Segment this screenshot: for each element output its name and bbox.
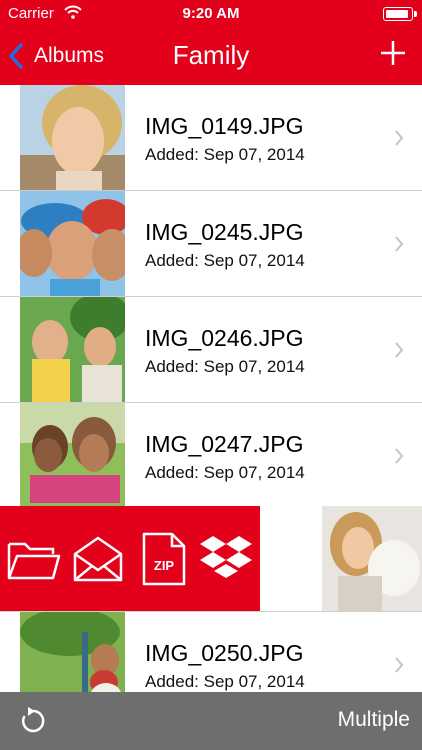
photo-thumbnail [322,506,422,611]
photo-row[interactable]: IMG_0247.JPG Added: Sep 07, 2014 [0,403,422,509]
photo-added-date: Added: Sep 07, 2014 [145,463,305,482]
photo-thumbnail [20,403,125,508]
chevron-right-icon [395,657,404,673]
photo-row[interactable]: IMG_0149.JPG Added: Sep 07, 2014 [0,85,422,191]
photo-thumbnail [20,191,125,296]
share-actions-panel: ZIP [0,506,260,611]
plus-icon[interactable] [378,38,408,68]
photo-filename: IMG_0149.JPG [145,113,304,139]
photo-added-date: Added: Sep 07, 2014 [145,145,305,164]
dropbox-button[interactable] [198,532,254,586]
photo-list: IMG_0149.JPG Added: Sep 07, 2014 IMG_024… [0,85,422,692]
photo-filename: IMG_0246.JPG [145,325,304,351]
photo-row[interactable]: IMG_0245.JPG Added: Sep 07, 2014 [0,191,422,297]
bottom-toolbar: Multiple [0,692,422,750]
photo-added-date: Added: Sep 07, 2014 [145,357,305,376]
refresh-icon[interactable] [18,706,48,736]
photo-thumbnail [20,85,125,190]
zip-file-icon: ZIP [142,532,186,586]
mail-icon [73,536,123,582]
folder-icon [7,542,61,580]
clock: 9:20 AM [182,5,240,22]
zip-button[interactable]: ZIP [136,532,192,586]
chevron-right-icon [395,236,404,252]
photo-row[interactable]: IMG_0250.JPG Added: Sep 07, 2014 [0,612,422,692]
chevron-right-icon [395,130,404,146]
photo-added-date: Added: Sep 07, 2014 [145,672,305,691]
dropbox-icon [200,536,252,578]
page-title: Family [172,40,250,70]
photo-added-date: Added: Sep 07, 2014 [145,251,305,270]
status-bar: Carrier 9:20 AM [0,0,422,28]
photo-row[interactable]: IMG_0246.JPG Added: Sep 07, 2014 [0,297,422,403]
photo-thumbnail [20,297,125,402]
battery-icon [383,7,417,21]
photo-filename: IMG_0245.JPG [145,219,304,245]
navigation-bar: Albums Family [0,28,422,85]
swiped-photo-row[interactable]: ZIP [0,506,422,612]
chevron-right-icon [395,342,404,358]
photo-filename: IMG_0250.JPG [145,640,304,666]
zip-icon-label: ZIP [154,558,175,573]
photo-thumbnail [20,612,125,692]
multiple-button[interactable]: Multiple [338,708,410,732]
photo-filename: IMG_0247.JPG [145,431,304,457]
email-button[interactable] [70,532,126,586]
folder-button[interactable] [5,532,61,586]
chevron-right-icon [395,448,404,464]
